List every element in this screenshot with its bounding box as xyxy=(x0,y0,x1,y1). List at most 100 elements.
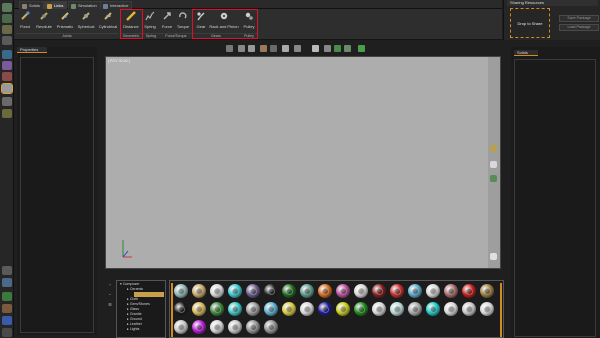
tab-solids[interactable]: Solids xyxy=(19,1,44,9)
material-swatch[interactable] xyxy=(462,302,476,316)
expand-icon[interactable] xyxy=(2,328,12,337)
material-swatch[interactable] xyxy=(426,302,440,316)
material-icon[interactable] xyxy=(2,61,12,70)
material-swatch[interactable] xyxy=(390,302,404,316)
render-mode-icon[interactable] xyxy=(260,45,267,52)
export-icon[interactable] xyxy=(2,292,12,301)
material-swatch[interactable] xyxy=(390,284,404,298)
scissors-icon[interactable] xyxy=(490,175,497,182)
material-swatch[interactable] xyxy=(192,302,206,316)
remove-folder-button[interactable]: − xyxy=(107,292,113,297)
material-swatch[interactable] xyxy=(264,320,278,334)
material-swatch[interactable] xyxy=(174,302,188,316)
link-icon[interactable] xyxy=(490,145,497,152)
cursor-icon[interactable] xyxy=(312,45,319,52)
material-swatch[interactable] xyxy=(336,302,350,316)
material-swatch[interactable] xyxy=(318,284,332,298)
fullscreen-icon[interactable] xyxy=(344,45,351,52)
spherical-icon xyxy=(81,11,91,21)
camera-mode-icon[interactable] xyxy=(270,45,277,52)
properties-tab[interactable]: Properties xyxy=(17,47,47,53)
tab-interactive[interactable]: Interactive xyxy=(100,1,133,9)
paint-icon[interactable] xyxy=(2,72,12,81)
globe-icon[interactable] xyxy=(2,50,12,59)
tab-simulation[interactable]: Simulation xyxy=(68,1,101,9)
cylindrical-button[interactable]: Cylindrical xyxy=(99,10,117,32)
material-swatch[interactable] xyxy=(300,302,314,316)
material-swatch[interactable] xyxy=(210,302,224,316)
material-swatch[interactable] xyxy=(480,284,494,298)
transform-icon[interactable] xyxy=(324,45,331,52)
material-swatch[interactable] xyxy=(444,284,458,298)
material-swatch[interactable] xyxy=(264,284,278,298)
material-swatch[interactable] xyxy=(444,302,458,316)
swatch-scroll-left[interactable] xyxy=(171,283,173,337)
grid-icon[interactable] xyxy=(294,45,301,52)
material-swatch[interactable] xyxy=(174,320,188,334)
material-swatch[interactable] xyxy=(426,284,440,298)
help-icon[interactable] xyxy=(2,316,12,325)
material-swatch[interactable] xyxy=(228,302,242,316)
material-swatch[interactable] xyxy=(372,302,386,316)
sharing-resources-panel: Sharing Resources Drop to Share Save Pac… xyxy=(503,0,600,40)
material-swatch[interactable] xyxy=(408,302,422,316)
revolute-button[interactable]: Revolute xyxy=(35,10,53,32)
select-tool-icon[interactable] xyxy=(2,3,12,12)
torque-button[interactable]: Torque xyxy=(176,10,190,32)
solids-panel: Solids xyxy=(511,47,600,338)
tab-links[interactable]: Links xyxy=(44,1,68,9)
material-swatch[interactable] xyxy=(318,302,332,316)
library-menu-button[interactable]: ☰ xyxy=(107,302,113,307)
material-swatch[interactable] xyxy=(264,302,278,316)
material-swatch[interactable] xyxy=(300,284,314,298)
material-swatch[interactable] xyxy=(174,284,188,298)
3d-viewport[interactable]: [ POV 30.00 ] xyxy=(105,56,501,269)
material-swatch[interactable] xyxy=(354,302,368,316)
render-icon[interactable] xyxy=(2,97,12,106)
material-swatch[interactable] xyxy=(354,284,368,298)
material-swatch[interactable] xyxy=(372,284,386,298)
lock-view-icon[interactable] xyxy=(490,253,497,260)
material-swatch[interactable] xyxy=(246,320,260,334)
add-folder-button[interactable]: + xyxy=(107,282,113,287)
walk-icon[interactable] xyxy=(248,45,255,52)
material-swatch[interactable] xyxy=(282,302,296,316)
material-swatch[interactable] xyxy=(246,284,260,298)
settings-icon[interactable] xyxy=(2,266,12,275)
load-package-button[interactable]: Load Package xyxy=(559,24,599,31)
prismatic-button[interactable]: Prismatic xyxy=(56,10,74,32)
material-swatch[interactable] xyxy=(282,284,296,298)
material-swatch[interactable] xyxy=(462,284,476,298)
view-icon[interactable] xyxy=(282,45,289,52)
hand-icon[interactable] xyxy=(490,161,497,168)
tree-item-lights[interactable]: ▸ Lights xyxy=(117,327,165,332)
material-swatch[interactable] xyxy=(246,302,260,316)
material-swatch[interactable] xyxy=(228,320,242,334)
camera-icon[interactable] xyxy=(2,109,12,118)
material-swatch[interactable] xyxy=(192,320,206,334)
move-tool-icon[interactable] xyxy=(2,14,12,23)
spherical-button[interactable]: Spherical xyxy=(77,10,95,32)
material-swatch[interactable] xyxy=(408,284,422,298)
material-swatch[interactable] xyxy=(480,302,494,316)
links-mode-icon[interactable] xyxy=(1,83,13,94)
swatch-scroll-right[interactable] xyxy=(500,283,502,337)
rotate-tool-icon[interactable] xyxy=(2,25,12,34)
material-swatch[interactable] xyxy=(192,284,206,298)
snap-icon[interactable] xyxy=(334,45,341,52)
material-swatch[interactable] xyxy=(210,320,224,334)
screenshot-icon[interactable] xyxy=(358,45,365,52)
material-swatch[interactable] xyxy=(210,284,224,298)
fit-view-icon[interactable] xyxy=(226,45,233,52)
share-icon[interactable] xyxy=(2,278,12,287)
material-swatch[interactable] xyxy=(336,284,350,298)
viewport-side-strip xyxy=(488,57,500,268)
refresh-icon[interactable] xyxy=(238,45,245,52)
drop-to-share-zone[interactable]: Drop to Share xyxy=(510,8,550,38)
tools-icon[interactable] xyxy=(2,304,12,313)
solids-tab[interactable]: Solids xyxy=(514,50,538,56)
save-package-button[interactable]: Save Package xyxy=(559,15,599,22)
material-swatch[interactable] xyxy=(228,284,242,298)
scale-tool-icon[interactable] xyxy=(2,36,12,45)
fixed-button[interactable]: Fixed xyxy=(18,10,32,32)
